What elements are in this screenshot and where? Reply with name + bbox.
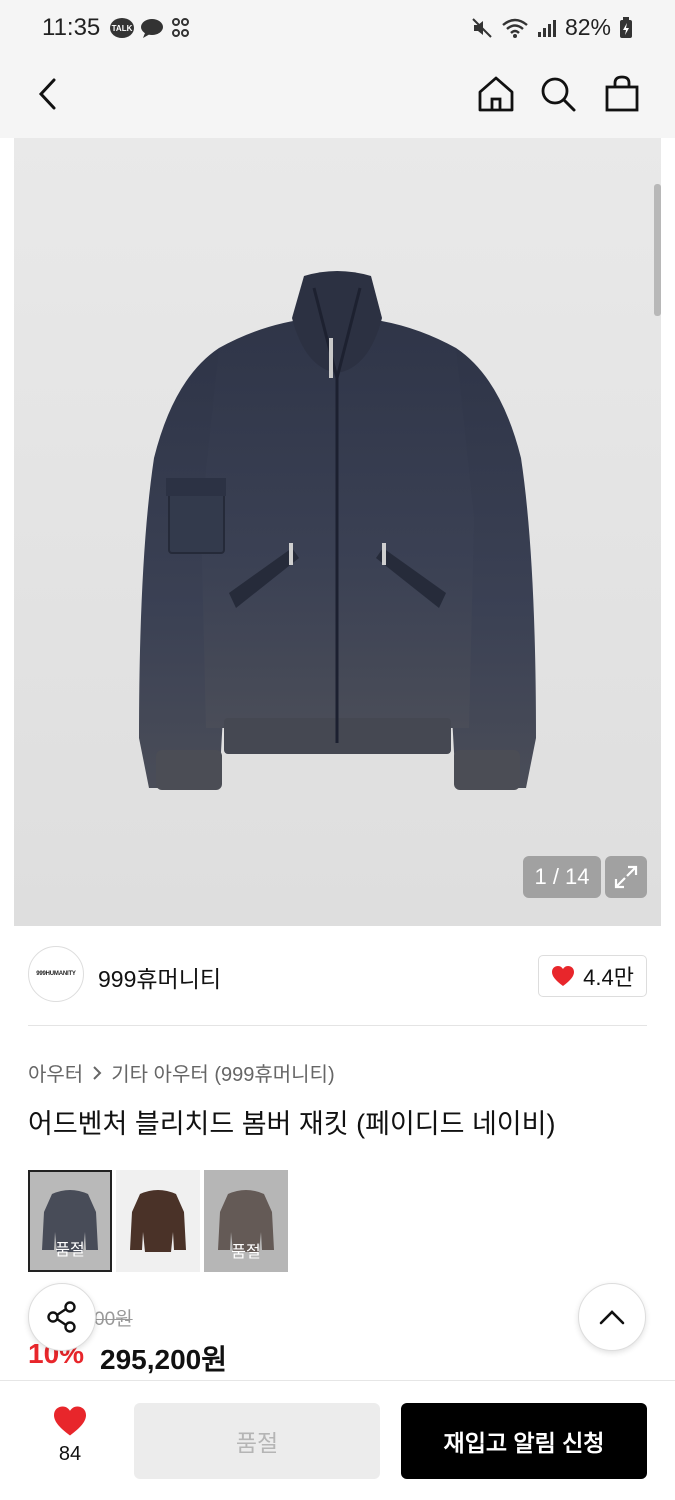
expand-image-button[interactable]	[605, 856, 647, 898]
cart-button[interactable]	[598, 70, 646, 118]
battery-percent: 82%	[564, 14, 611, 40]
breadcrumb: 아우터 기타 아우터 (999휴머니티)	[28, 1058, 335, 1087]
color-swatch-navy[interactable]: 품절	[28, 1170, 112, 1272]
brand-logo[interactable]: 999HUMANITY	[28, 946, 84, 1002]
app-grid-icon	[172, 18, 189, 37]
mute-icon	[472, 17, 492, 38]
wishlist-count: 84	[58, 1443, 82, 1465]
soldout-button: 품절	[134, 1403, 380, 1479]
status-bar: 11:35 TALK 82%	[0, 0, 675, 56]
share-icon	[47, 1301, 76, 1333]
home-icon	[478, 76, 514, 112]
color-options: 품절 품절	[28, 1170, 288, 1272]
scrollbar[interactable]	[654, 184, 661, 316]
color-swatch-grey-brown[interactable]: 품절	[204, 1170, 288, 1272]
product-image-gallery[interactable]: 1 / 14	[14, 138, 661, 926]
signal-icon	[537, 19, 556, 37]
battery-icon	[620, 16, 632, 38]
brand-like-count: 4.4만	[583, 965, 634, 990]
status-right: 82%	[471, 14, 633, 41]
expand-icon	[614, 865, 638, 889]
search-icon	[541, 77, 576, 112]
divider	[28, 1025, 647, 1026]
original-price: 00원	[94, 1309, 133, 1330]
swatch-soldout-label: 품절	[231, 1244, 261, 1261]
chevron-right-icon	[93, 1065, 102, 1080]
kakaotalk-icon: TALK	[110, 18, 134, 38]
sale-price: 295,200원	[100, 1344, 227, 1375]
notification-icons: TALK	[110, 16, 192, 40]
color-swatch-brown[interactable]	[116, 1170, 200, 1272]
swatch-soldout-label: 품절	[55, 1242, 85, 1259]
chevron-up-icon	[599, 1310, 625, 1325]
heart-icon	[54, 1406, 86, 1436]
back-button[interactable]	[24, 70, 72, 118]
status-time: 11:35	[42, 14, 101, 41]
restock-alert-button[interactable]: 재입고 알림 신청	[401, 1403, 647, 1479]
app-header	[0, 56, 675, 138]
image-counter: 1 / 14	[523, 856, 601, 898]
chat-bubble-icon	[141, 19, 163, 38]
wifi-icon	[502, 18, 528, 38]
shopping-bag-icon	[605, 75, 639, 112]
wishlist-button[interactable]: 84	[36, 1405, 104, 1475]
home-button[interactable]	[472, 70, 520, 118]
bottom-action-bar: 84 품절 재입고 알림 신청	[0, 1380, 675, 1500]
swatch-image	[116, 1170, 200, 1272]
breadcrumb-subcategory[interactable]: 기타 아우터 (999휴머니티)	[111, 1058, 334, 1087]
brand-row: 999HUMANITY 999휴머니티 4.4만	[28, 946, 647, 1004]
brand-like-button[interactable]: 4.4만	[538, 955, 647, 997]
scroll-top-button[interactable]	[578, 1283, 646, 1351]
heart-icon	[552, 966, 575, 986]
breadcrumb-category[interactable]: 아우터	[28, 1058, 83, 1087]
product-title: 어드벤처 블리치드 봄버 재킷 (페이디드 네이비)	[28, 1109, 556, 1139]
back-arrow-icon	[38, 78, 56, 110]
brand-name[interactable]: 999휴머니티	[98, 960, 221, 994]
search-button[interactable]	[534, 70, 582, 118]
product-image	[139, 271, 536, 790]
share-button[interactable]	[28, 1283, 96, 1351]
